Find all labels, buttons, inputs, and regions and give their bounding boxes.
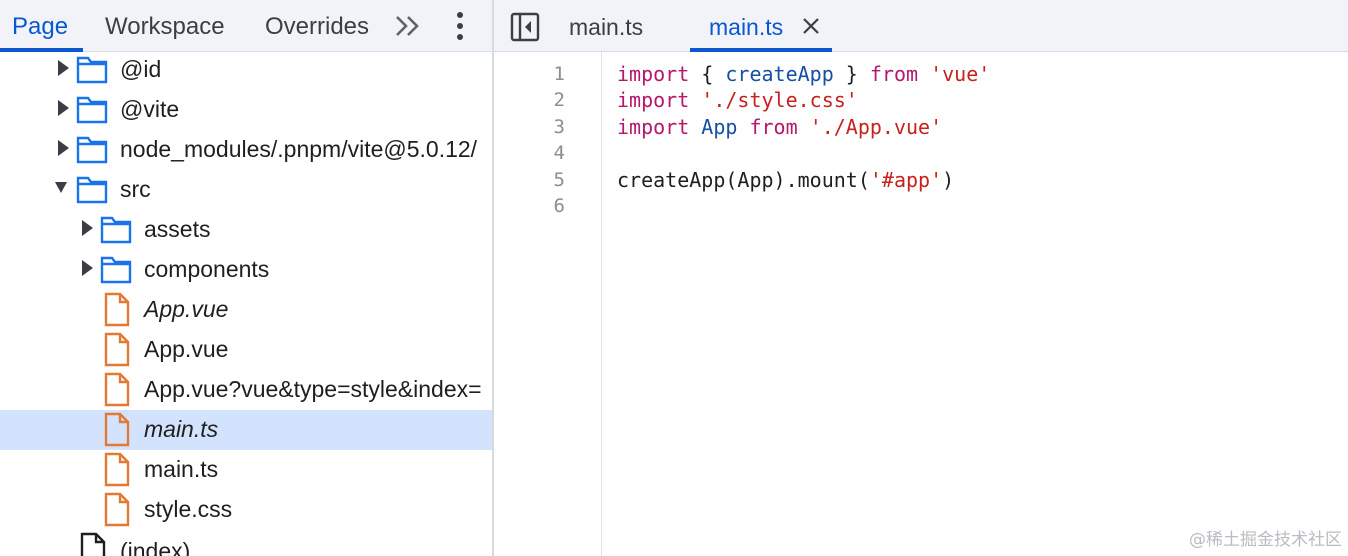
code-token: './style.css' bbox=[701, 88, 858, 112]
file-icon bbox=[104, 492, 130, 532]
tree-item-label: node_modules/.pnpm/vite@5.0.12/ bbox=[120, 136, 478, 162]
tree-item-file[interactable]: main.ts bbox=[0, 452, 492, 492]
line-number: 5 bbox=[553, 169, 565, 191]
expand-arrow-icon[interactable] bbox=[56, 52, 70, 92]
tree-item-label: components bbox=[144, 256, 270, 282]
tree-item-folder[interactable]: assets bbox=[0, 212, 492, 252]
editor-tab-active[interactable]: main.ts bbox=[709, 0, 783, 52]
tree-item-folder[interactable]: src bbox=[0, 172, 492, 212]
tree-item-folder[interactable]: @id bbox=[0, 52, 492, 92]
tree-item-label: App.vue?vue&type=style&index= bbox=[144, 376, 482, 402]
expand-arrow-icon[interactable] bbox=[56, 132, 70, 172]
tree-item-file[interactable]: App.vue bbox=[0, 292, 492, 332]
double-chevron-right-icon[interactable] bbox=[392, 10, 424, 42]
vertical-ellipsis-icon[interactable] bbox=[446, 10, 474, 42]
line-number-gutter: 1 2 3 4 5 6 bbox=[494, 52, 602, 556]
navigator-tabbar: Page Workspace Overrides bbox=[0, 0, 492, 52]
line-number: 6 bbox=[553, 195, 565, 217]
code-token: '#app' bbox=[869, 168, 943, 192]
tree-item-label: assets bbox=[144, 216, 211, 242]
tree-item-folder[interactable]: node_modules/.pnpm/vite@5.0.12/ bbox=[0, 132, 492, 172]
line-number: 4 bbox=[553, 142, 565, 164]
tree-item-folder[interactable]: components bbox=[0, 252, 492, 292]
code-token: createApp bbox=[725, 62, 834, 86]
file-navigator: Page Workspace Overrides @id @vite node_… bbox=[0, 0, 492, 556]
folder-icon bbox=[76, 132, 108, 172]
tree-item-label: style.css bbox=[144, 496, 233, 522]
file-icon bbox=[104, 412, 130, 452]
devtools-sources-panel: Page Workspace Overrides @id @vite node_… bbox=[0, 0, 1348, 556]
folder-icon bbox=[76, 92, 108, 132]
document-icon bbox=[80, 530, 106, 556]
code-token: ) bbox=[942, 168, 955, 192]
tree-item-file[interactable]: App.vue bbox=[0, 332, 492, 372]
file-icon bbox=[104, 292, 130, 332]
tab-overrides[interactable]: Overrides bbox=[265, 0, 369, 52]
tree-item-label: App.vue bbox=[144, 336, 229, 362]
toggle-navigator-icon[interactable] bbox=[510, 12, 540, 42]
expand-arrow-icon[interactable] bbox=[80, 252, 94, 292]
tree-item-folder[interactable]: @vite bbox=[0, 92, 492, 132]
tree-item-label: @vite bbox=[120, 96, 180, 122]
tree-item-file-selected[interactable]: main.ts bbox=[0, 410, 492, 450]
code-line[interactable]: import { createApp } from 'vue' bbox=[617, 61, 990, 87]
code-editor[interactable]: 1 2 3 4 5 6 import { createApp } from 'v… bbox=[494, 52, 1348, 556]
tree-item-label: App.vue bbox=[144, 296, 229, 322]
collapse-arrow-icon[interactable] bbox=[54, 172, 68, 212]
code-line[interactable]: createApp(App).mount('#app') bbox=[617, 167, 954, 193]
tree-item-document[interactable]: (index) bbox=[0, 530, 492, 556]
code-token: import bbox=[617, 62, 690, 86]
line-number: 2 bbox=[553, 89, 565, 111]
code-token: './App.vue' bbox=[809, 115, 943, 139]
code-token: createApp(App).mount( bbox=[617, 168, 870, 192]
code-token: App bbox=[701, 115, 738, 139]
tree-item-file[interactable]: style.css bbox=[0, 492, 492, 532]
code-editor-pane: main.ts main.ts 1 2 3 4 5 6 import { cre… bbox=[494, 0, 1348, 556]
code-line[interactable]: import './style.css' bbox=[617, 87, 858, 113]
watermark: @稀土掘金技术社区 bbox=[1189, 530, 1342, 550]
expand-arrow-icon[interactable] bbox=[80, 212, 94, 252]
line-number: 1 bbox=[553, 63, 565, 85]
tab-workspace[interactable]: Workspace bbox=[105, 0, 225, 52]
code-token: 'vue' bbox=[930, 62, 991, 86]
file-icon bbox=[104, 452, 130, 492]
folder-icon bbox=[100, 212, 132, 252]
code-token: import bbox=[617, 115, 690, 139]
close-icon[interactable] bbox=[800, 14, 822, 38]
folder-icon bbox=[76, 172, 108, 212]
file-icon bbox=[104, 372, 130, 412]
code-token: import bbox=[617, 88, 690, 112]
code-token: } bbox=[833, 62, 870, 86]
code-token: from bbox=[749, 115, 798, 139]
folder-icon bbox=[76, 52, 108, 92]
tree-item-label: main.ts bbox=[144, 416, 219, 442]
code-line[interactable]: import App from './App.vue' bbox=[617, 114, 942, 140]
tree-item-label: src bbox=[120, 176, 151, 202]
expand-arrow-icon[interactable] bbox=[56, 92, 70, 132]
code-token: from bbox=[869, 62, 919, 86]
line-number: 3 bbox=[553, 116, 565, 138]
tab-page[interactable]: Page bbox=[12, 0, 68, 52]
tree-item-label: main.ts bbox=[144, 456, 219, 482]
folder-icon bbox=[100, 252, 132, 292]
file-icon bbox=[104, 332, 130, 372]
tree-item-label: @id bbox=[120, 56, 162, 82]
code-token: { bbox=[689, 62, 726, 86]
tree-item-label: (index) bbox=[120, 538, 191, 556]
editor-tabbar: main.ts main.ts bbox=[494, 0, 1348, 52]
editor-tab[interactable]: main.ts bbox=[569, 0, 643, 52]
tree-item-file[interactable]: App.vue?vue&type=style&index= bbox=[0, 372, 492, 412]
